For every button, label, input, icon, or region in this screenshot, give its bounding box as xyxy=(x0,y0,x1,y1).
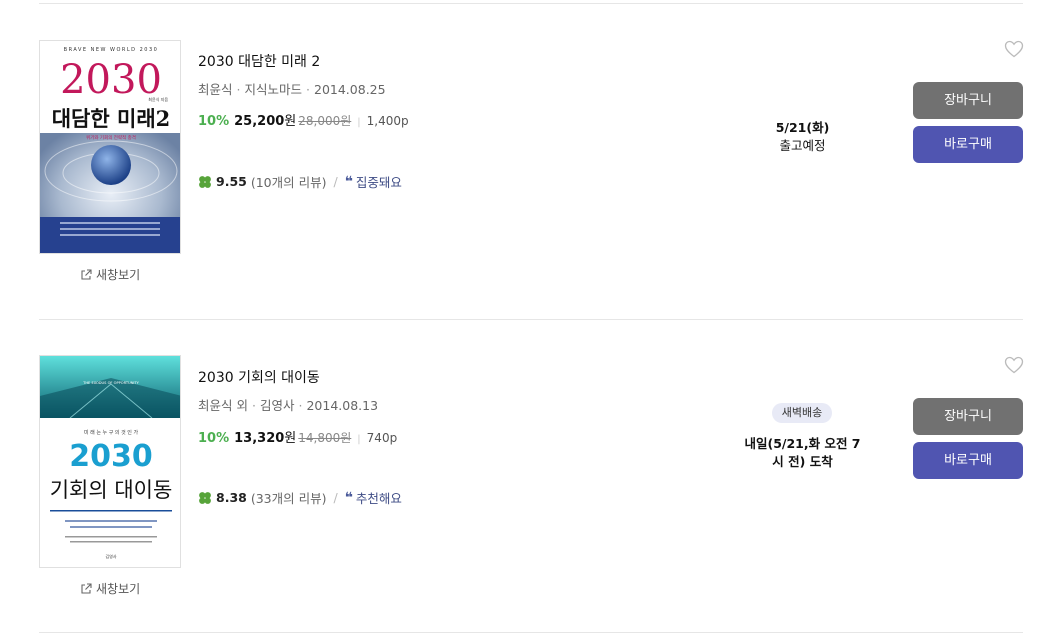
book-meta-1: 최윤식 · 지식노마드 · 2014.08.25 xyxy=(198,82,386,97)
external-link-icon xyxy=(81,268,92,280)
original-price: 28,000원 xyxy=(298,114,352,128)
rating-score: 9.55 xyxy=(216,174,247,189)
book-title-2[interactable]: 2030 기회의 대이동 xyxy=(198,367,320,387)
ship-date: 내일(5/21,화 오전 7 xyxy=(744,436,861,451)
cover-top-text: BRAVE NEW WORLD 2030 xyxy=(64,47,159,53)
quote-icon: ❝ xyxy=(344,489,353,506)
book-publisher[interactable]: 김영사 xyxy=(260,398,295,413)
review-tagline: 집중돼요 xyxy=(355,175,402,190)
cover-publisher: 김영사 xyxy=(105,553,116,559)
discount-rate: 10% xyxy=(198,114,230,129)
add-to-cart-button-1[interactable]: 장바구니 xyxy=(913,82,1023,119)
cover-title: 기회의 대이동 xyxy=(50,478,173,502)
sale-price: 25,200 xyxy=(234,114,285,129)
currency: 원 xyxy=(284,114,297,129)
cover-subtitle: 위기와 기회의 전략적 충격 xyxy=(86,134,136,141)
discount-rate: 10% xyxy=(198,431,230,446)
buy-now-button-1[interactable]: 바로구매 xyxy=(913,126,1023,163)
external-link-icon xyxy=(81,582,92,594)
book-author[interactable]: 최윤식 xyxy=(198,82,233,97)
book-author[interactable]: 최윤식 외 xyxy=(198,398,248,413)
new-window-label: 새창보기 xyxy=(96,582,141,596)
add-to-cart-button-2[interactable]: 장바구니 xyxy=(913,398,1023,435)
cover-author: 최윤식 지음 xyxy=(148,96,168,102)
new-window-label: 새창보기 xyxy=(96,268,141,282)
shipping-info-2: 내일(5/21,화 오전 7 시 전) 도착 xyxy=(740,435,865,471)
ship-date: 5/21(화) xyxy=(775,120,830,135)
ship-status: 시 전) 도착 xyxy=(772,454,833,469)
heart-outline-icon[interactable] xyxy=(1004,40,1024,58)
buy-now-button-2[interactable]: 바로구매 xyxy=(913,442,1023,479)
original-price: 14,800원 xyxy=(298,431,352,445)
clover-icon xyxy=(199,175,211,188)
new-window-link-1[interactable]: 새창보기 xyxy=(80,266,140,283)
book-meta-2: 최윤식 외 · 김영사 · 2014.08.13 xyxy=(198,398,379,413)
currency: 원 xyxy=(284,431,297,446)
book-publisher[interactable]: 지식노마드 xyxy=(245,82,303,97)
price-row-2: 10% 13,320 원 14,800원 | 740p xyxy=(198,427,397,446)
dawn-delivery-badge: 새벽배송 xyxy=(772,403,832,423)
cover-big-number: 2030 xyxy=(69,439,153,474)
book-cover-1[interactable]: BRAVE NEW WORLD 2030 2030 대담한 미래2 최윤식 지음… xyxy=(39,40,181,254)
sale-price: 13,320 xyxy=(234,431,285,446)
review-tagline: 추천해요 xyxy=(355,491,402,506)
cover-title: 대담한 미래2 xyxy=(52,106,171,131)
book-title-1[interactable]: 2030 대담한 미래 2 xyxy=(198,51,320,71)
divider xyxy=(39,319,1023,320)
book-cover-2[interactable]: THE EXODUS OF OPPORTUNITY 미 래 는 누 구 의 것 … xyxy=(39,355,181,568)
review-count[interactable]: (33개의 리뷰) xyxy=(251,488,327,507)
book-date: 2014.08.13 xyxy=(306,398,379,413)
cover-kicker: 미 래 는 누 구 의 것 인 가 xyxy=(84,429,139,436)
divider xyxy=(39,3,1023,4)
heart-outline-icon[interactable] xyxy=(1004,356,1024,374)
shipping-info-1: 5/21(화) 출고예정 xyxy=(740,119,865,155)
page-count: 740p xyxy=(366,431,398,445)
review-count[interactable]: (10개의 리뷰) xyxy=(251,172,327,191)
cover-big-number: 2030 xyxy=(60,57,162,103)
rating-row-2: 8.38 (33개의 리뷰) / ❝ 추천해요 xyxy=(198,488,402,507)
quote-icon: ❝ xyxy=(344,173,353,190)
rating-score: 8.38 xyxy=(216,490,247,505)
new-window-link-2[interactable]: 새창보기 xyxy=(80,580,140,597)
ship-status: 출고예정 xyxy=(779,138,826,153)
clover-icon xyxy=(199,491,211,504)
rating-row-1: 9.55 (10개의 리뷰) / ❝ 집중돼요 xyxy=(198,172,402,191)
cover-top-text: THE EXODUS OF OPPORTUNITY xyxy=(82,381,139,385)
book-date: 2014.08.25 xyxy=(314,82,386,97)
page-count: 1,400p xyxy=(366,114,409,128)
price-row-1: 10% 25,200 원 28,000원 | 1,400p xyxy=(198,110,409,129)
